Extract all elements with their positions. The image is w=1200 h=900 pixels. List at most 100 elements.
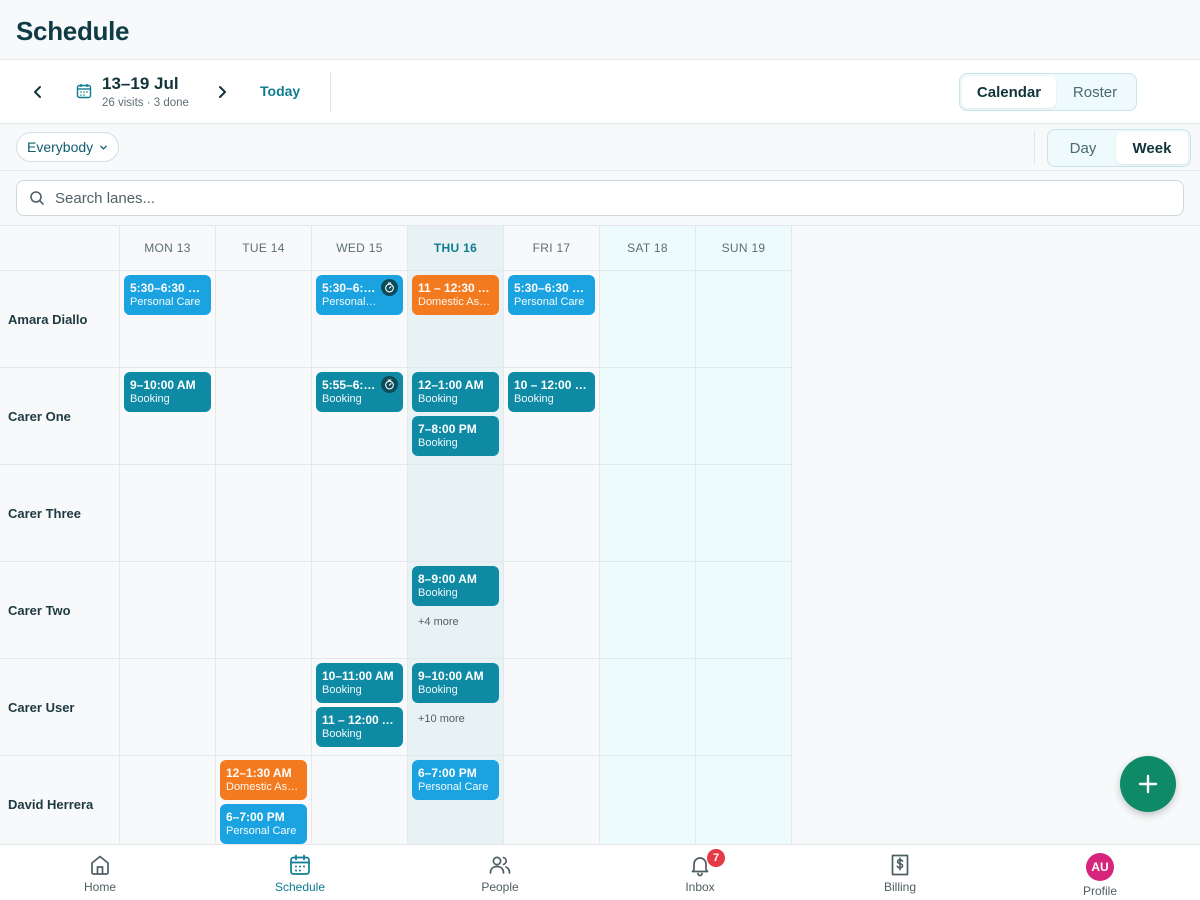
avatar: AU (1086, 853, 1114, 881)
visit-card[interactable]: 10–11:00 AM Booking (316, 663, 403, 703)
add-visit-button[interactable] (1120, 756, 1176, 812)
schedule-cell[interactable] (504, 562, 600, 659)
visit-time: 5:30–6:30 PM (322, 281, 379, 295)
people-filter-dropdown[interactable]: Everybody (16, 132, 120, 162)
nav-profile[interactable]: AU Profile (1000, 845, 1200, 900)
toolbar-divider (330, 73, 331, 111)
visit-card[interactable]: 6–7:00 PM Personal Care (220, 804, 307, 844)
schedule-cell[interactable] (312, 562, 408, 659)
schedule-cell[interactable] (696, 368, 792, 465)
nav-people-label: People (481, 880, 519, 894)
schedule-cell[interactable] (216, 368, 312, 465)
visit-type: Booking (322, 684, 362, 696)
week-range-tab[interactable]: Week (1116, 132, 1188, 164)
visit-card[interactable]: 5:30–6:30 PMPersonal Care (316, 275, 403, 315)
visit-time: 9–10:00 AM (418, 669, 484, 683)
more-visits-link[interactable]: +10 more (418, 713, 465, 725)
schedule-cell[interactable] (504, 756, 600, 844)
nav-billing[interactable]: Billing (800, 845, 1000, 900)
nav-home-label: Home (83, 880, 116, 894)
lane-name: David Herrera (0, 756, 120, 844)
roster-view-tab[interactable]: Roster (1056, 76, 1134, 108)
schedule-cell[interactable] (216, 271, 312, 368)
visit-card[interactable]: 6–7:00 PM Personal Care (412, 760, 499, 800)
visit-card[interactable]: 10 – 12:00 PM Booking (508, 372, 595, 412)
visit-card[interactable]: 7–8:00 PM Booking (412, 416, 499, 456)
schedule-cell[interactable] (216, 465, 312, 562)
visit-card[interactable]: 11 – 12:00 AM Booking (316, 707, 403, 747)
search-icon (30, 191, 44, 205)
schedule-cell[interactable] (600, 465, 696, 562)
today-button[interactable]: Today (260, 83, 300, 99)
visit-type: Booking (322, 728, 362, 740)
filter-divider (1034, 130, 1035, 164)
schedule-cell[interactable] (216, 562, 312, 659)
nav-schedule[interactable]: Schedule (200, 845, 400, 900)
day-header: WED 15 (312, 226, 408, 271)
schedule-cell[interactable] (120, 756, 216, 844)
billing-icon (891, 854, 909, 876)
visit-type: Booking (514, 393, 554, 405)
previous-week-button[interactable] (24, 78, 52, 106)
people-icon (489, 856, 511, 874)
visit-type: Domestic Assistance (226, 781, 301, 793)
schedule-cell[interactable] (600, 659, 696, 756)
schedule-cell[interactable] (696, 756, 792, 844)
schedule-cell[interactable] (600, 368, 696, 465)
visit-time: 8–9:00 AM (418, 572, 477, 586)
visit-card[interactable]: 11 – 12:30 AMDomestic Assistance (412, 275, 499, 315)
nav-home[interactable]: Home (0, 845, 200, 900)
day-range-tab[interactable]: Day (1050, 132, 1116, 164)
schedule-cell[interactable] (600, 756, 696, 844)
schedule-cell[interactable] (216, 659, 312, 756)
visit-card[interactable]: 12–1:30 AMDomestic Assistance (220, 760, 307, 800)
schedule-cell[interactable] (504, 659, 600, 756)
schedule-cell[interactable] (600, 271, 696, 368)
more-visits-link[interactable]: +4 more (418, 616, 459, 628)
visit-time: 6–7:00 PM (226, 810, 285, 824)
schedule-cell[interactable] (504, 465, 600, 562)
schedule-cell[interactable] (600, 562, 696, 659)
schedule-cell[interactable] (408, 465, 504, 562)
range-toggle: Day Week (1047, 129, 1191, 167)
visit-time: 7–8:00 PM (418, 422, 477, 436)
people-filter-label: Everybody (27, 139, 94, 155)
grid-corner (0, 226, 120, 271)
nav-billing-label: Billing (883, 880, 916, 894)
bottom-nav: Home Schedule People 7 Inbox Billing AU … (0, 844, 1200, 900)
next-week-button[interactable] (208, 78, 236, 106)
visit-card[interactable]: 12–1:00 AM Booking (412, 372, 499, 412)
day-header: THU 16 (408, 226, 504, 271)
visit-card[interactable]: 5:55–6:55 PMBooking (316, 372, 403, 412)
visit-time: 6–7:00 PM (418, 766, 477, 780)
visit-time: 5:30–6:30 PM (130, 281, 205, 295)
nav-inbox-label: Inbox (685, 880, 715, 894)
search-input[interactable] (55, 189, 1155, 207)
nav-inbox[interactable]: 7 Inbox (600, 845, 800, 900)
schedule-cell[interactable] (120, 562, 216, 659)
date-range-label: 13–19 Jul (102, 74, 179, 93)
visit-card[interactable]: 9–10:00 AM Booking (124, 372, 211, 412)
schedule-cell[interactable] (696, 465, 792, 562)
schedule-cell[interactable] (696, 659, 792, 756)
schedule-cell[interactable] (696, 271, 792, 368)
date-range-text: 13–19 Jul 26 visits · 3 done (102, 72, 189, 110)
schedule-cell[interactable] (312, 465, 408, 562)
schedule-cell[interactable] (312, 756, 408, 844)
lane-name: Carer Three (0, 465, 120, 562)
day-header: SAT 18 (600, 226, 696, 271)
calendar-view-tab[interactable]: Calendar (962, 76, 1056, 108)
app-root: Schedule 13–19 Jul 26 visits · 3 done To… (0, 0, 1200, 900)
visit-card[interactable]: 5:30–6:30 PMPersonal Care (508, 275, 595, 315)
schedule-cell[interactable] (696, 562, 792, 659)
nav-people[interactable]: People (400, 845, 600, 900)
schedule-cell[interactable] (120, 465, 216, 562)
timer-icon (381, 376, 398, 393)
date-range-picker[interactable]: 13–19 Jul 26 visits · 3 done (76, 72, 189, 110)
schedule-cell[interactable] (120, 659, 216, 756)
visit-type: Booking (322, 393, 362, 405)
visit-card[interactable]: 9–10:00 AM Booking (412, 663, 499, 703)
schedule-grid: MON 13 TUE 14 WED 15 THU 16 FRI 17 SAT 18 SUN … (0, 225, 1200, 844)
visit-card[interactable]: 8–9:00 AM Booking (412, 566, 499, 606)
visit-card[interactable]: 5:30–6:30 PMPersonal Care (124, 275, 211, 315)
